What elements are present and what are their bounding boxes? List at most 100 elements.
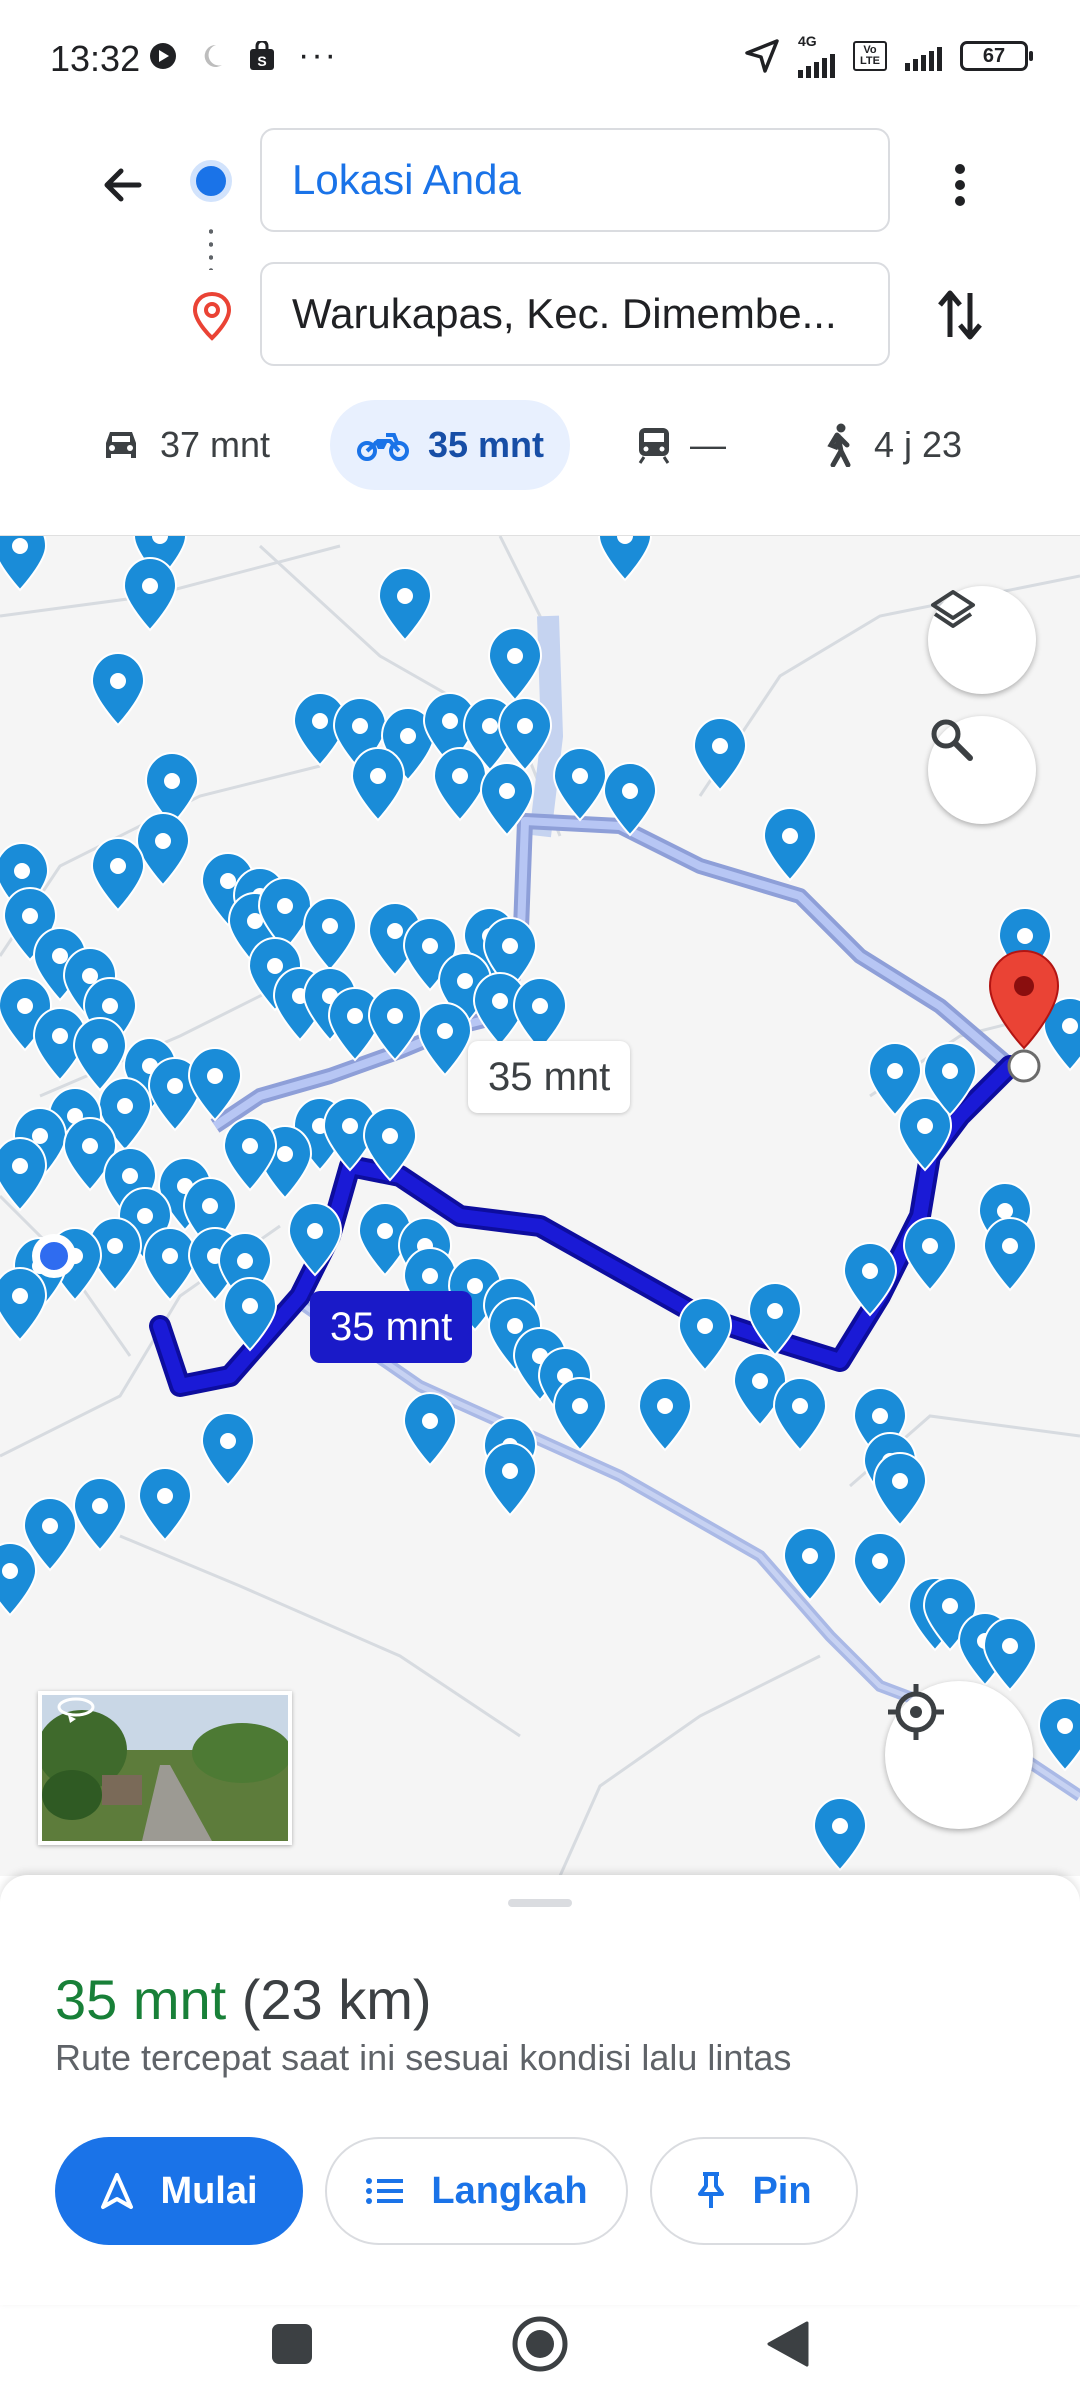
place-pin-dot [872, 1408, 888, 1424]
mode-transit-tab[interactable]: — [636, 400, 726, 490]
place-pin-dot [307, 1223, 323, 1239]
place-pin-dot [712, 738, 728, 754]
place-pin-dot [382, 1128, 398, 1144]
origin-dot-icon [190, 160, 232, 202]
place-pin-dot [242, 1298, 258, 1314]
place-pin-dot [102, 998, 118, 1014]
place-pin-dot [137, 1208, 153, 1224]
mode-motorcycle-tab[interactable]: 35 mnt [330, 400, 571, 490]
place-pin-dot [492, 993, 508, 1009]
recents-button[interactable] [260, 2312, 324, 2376]
walk-icon [827, 423, 851, 467]
place-pin-dot [370, 768, 386, 784]
place-pin-dot [277, 898, 293, 914]
recenter-button[interactable] [885, 1681, 1033, 1829]
start-button[interactable]: Mulai [55, 2137, 303, 2245]
place-pin-dot [12, 1158, 28, 1174]
place-pin-dot [532, 998, 548, 1014]
back-button[interactable] [88, 150, 158, 220]
battery-icon: 67 [960, 41, 1033, 71]
place-pin-dot [397, 588, 413, 604]
place-pin-dot [482, 718, 498, 734]
place-pin-icon[interactable] [0, 1136, 48, 1212]
home-button[interactable] [508, 2312, 572, 2376]
destination-pin-icon [192, 292, 232, 341]
place-pin-dot [917, 1118, 933, 1134]
place-pin-icon[interactable] [0, 1266, 48, 1342]
place-pin-dot [942, 1598, 958, 1614]
origin-input[interactable]: Lokasi Anda [260, 128, 890, 232]
back-nav-button[interactable] [756, 2312, 820, 2376]
place-pin-dot [12, 1288, 28, 1304]
mode-motorcycle-label: 35 mnt [428, 424, 545, 465]
place-pin-dot [442, 713, 458, 729]
swap-locations-button[interactable] [930, 280, 990, 350]
sheet-drag-handle[interactable] [508, 1899, 572, 1907]
place-pin-dot [17, 998, 33, 1014]
map-view[interactable]: 35 mnt 35 mnt [0, 535, 1080, 1876]
place-pin-dot [997, 1203, 1013, 1219]
route-time-label[interactable]: 35 mnt [310, 1291, 473, 1363]
route-connector [209, 225, 213, 270]
navigation-icon [101, 2173, 134, 2209]
steps-button[interactable]: Langkah [325, 2137, 628, 2245]
place-pin-dot [942, 1063, 958, 1079]
place-pin-dot [322, 918, 338, 934]
mode-car-tab[interactable]: 37 mnt [100, 400, 270, 490]
swap-vert-icon [938, 290, 982, 340]
triangle-back-icon [767, 2321, 809, 2367]
place-pin-dot [422, 1268, 438, 1284]
place-pin-dot [752, 1373, 768, 1389]
pin-button-label: Pin [752, 2169, 812, 2212]
place-pin-dot [267, 958, 283, 974]
status-bar: 13:32 S ··· 4G Vo LTE 67 [0, 0, 1080, 100]
place-pin-dot [167, 1078, 183, 1094]
place-pin-dot [12, 538, 28, 554]
signal-2-icon [905, 41, 942, 71]
street-view-thumbnail[interactable] [38, 1691, 292, 1845]
place-pin-dot [862, 1263, 878, 1279]
place-pin-icon[interactable] [1037, 1696, 1080, 1772]
place-pin-dot [52, 1028, 68, 1044]
place-pin-dot [352, 718, 368, 734]
place-pin-dot [832, 1818, 848, 1834]
place-pin-dot [467, 1278, 483, 1294]
place-pin-dot [1002, 1238, 1018, 1254]
pushpin-icon [698, 2172, 725, 2208]
layers-button[interactable] [928, 586, 1036, 694]
place-pin-dot [377, 1223, 393, 1239]
place-pin-dot [572, 1398, 588, 1414]
place-pin-dot [767, 1303, 783, 1319]
place-pin-dot [422, 938, 438, 954]
place-pin-dot [117, 1098, 133, 1114]
destination-input[interactable]: Warukapas, Kec. Dimembe... [260, 262, 890, 366]
route-distance: (23 km) [241, 1968, 432, 2031]
more-options-button[interactable] [935, 150, 985, 220]
place-pin-dot [52, 948, 68, 964]
pin-button[interactable]: Pin [650, 2137, 858, 2245]
place-pin-dot [107, 1238, 123, 1254]
place-pin-icon[interactable] [0, 1541, 38, 1617]
map-canvas [0, 536, 1080, 1876]
alt-route-time-label[interactable]: 35 mnt [468, 1041, 631, 1113]
network-type: 4G [798, 33, 817, 49]
place-pin-dot [155, 833, 171, 849]
current-location-marker [32, 1234, 76, 1278]
place-pin-dot [452, 768, 468, 784]
place-pin-dot [242, 1138, 258, 1154]
rotate-360-icon [57, 1697, 95, 1723]
place-pin-dot [92, 1038, 108, 1054]
mode-walk-label: 4 j 23 [874, 424, 963, 465]
place-pin-dot [220, 873, 236, 889]
location-arrow-icon [745, 39, 779, 73]
place-pin-dot [312, 713, 328, 729]
mode-walk-tab[interactable]: 4 j 23 [820, 400, 962, 490]
place-pin-dot [697, 1318, 713, 1334]
place-pin-dot [802, 1548, 818, 1564]
notification-icons: S ··· [148, 36, 338, 75]
place-pin-dot [92, 1498, 108, 1514]
place-pin-dot [507, 1318, 523, 1334]
travel-mode-bar: 37 mnt 35 mnt — 4 j 23 [0, 400, 1080, 492]
place-pin-dot [792, 1398, 808, 1414]
map-search-button[interactable] [928, 716, 1036, 824]
